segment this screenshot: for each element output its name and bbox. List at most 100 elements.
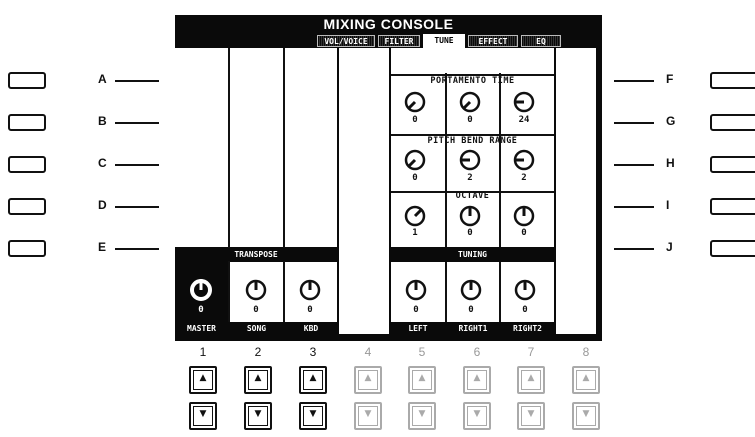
screen-title: MIXING CONSOLE <box>323 16 454 32</box>
column-1-up-button[interactable]: ▲ <box>189 366 217 394</box>
pitch-bend-left-knob[interactable] <box>403 148 427 172</box>
button-a[interactable] <box>8 72 46 89</box>
button-f[interactable] <box>710 72 755 89</box>
label-f: F <box>666 72 674 86</box>
tuning-label: TUNING <box>391 248 554 261</box>
divider <box>499 73 501 247</box>
octave-right2-knob[interactable] <box>512 204 536 228</box>
tuning-right2-knob[interactable] <box>512 277 538 303</box>
bottom-label-song: SONG <box>230 322 283 335</box>
column-8-down-button[interactable]: ▼ <box>572 402 600 430</box>
column-6-up-button[interactable]: ▲ <box>463 366 491 394</box>
label-a: A <box>98 72 107 86</box>
button-e[interactable] <box>8 240 46 257</box>
bottom-label-kbd: KBD <box>285 322 337 335</box>
label-c: C <box>98 156 107 170</box>
column-7-up-button[interactable]: ▲ <box>517 366 545 394</box>
column-number-7: 7 <box>527 345 535 359</box>
tab-eq[interactable]: EQ <box>521 35 561 47</box>
label-h: H <box>666 156 675 170</box>
portamento-right2-value: 24 <box>518 115 530 125</box>
leader-line-i <box>614 206 654 208</box>
column-5-down-button[interactable]: ▼ <box>408 402 436 430</box>
column-number-2: 2 <box>254 345 262 359</box>
column-7-down-button[interactable]: ▼ <box>517 402 545 430</box>
up-arrow-icon: ▲ <box>467 370 487 390</box>
button-b[interactable] <box>8 114 46 131</box>
far-right-panel <box>556 48 596 334</box>
label-b: B <box>98 114 107 128</box>
portamento-right2-knob[interactable] <box>512 90 536 114</box>
tab-filter[interactable]: FILTER <box>378 35 420 47</box>
transpose-master-knob[interactable] <box>188 277 214 303</box>
octave-right1-value: 0 <box>467 228 473 238</box>
pitch-bend-right1-knob[interactable] <box>458 148 482 172</box>
transpose-label: TRANSPOSE <box>175 248 337 261</box>
up-arrow-icon: ▲ <box>248 370 268 390</box>
lcd-screen: MIXING CONSOLE VOL/VOICE FILTER TUNE EFF… <box>175 15 602 341</box>
transpose-song-value: 0 <box>253 305 259 315</box>
button-g[interactable] <box>710 114 755 131</box>
pitch-bend-right2-knob[interactable] <box>512 148 536 172</box>
button-d[interactable] <box>8 198 46 215</box>
divider <box>445 73 447 247</box>
column-8-up-button[interactable]: ▲ <box>572 366 600 394</box>
tuning-right1-value: 0 <box>468 305 474 315</box>
octave-left-knob[interactable] <box>403 204 427 228</box>
column-2-down-button[interactable]: ▼ <box>244 402 272 430</box>
up-arrow-icon: ▲ <box>358 370 378 390</box>
up-arrow-icon: ▲ <box>521 370 541 390</box>
down-arrow-icon: ▼ <box>576 406 596 426</box>
bottom-label-right2: RIGHT2 <box>501 322 554 335</box>
tab-effect[interactable]: EFFECT <box>468 35 518 47</box>
button-j[interactable] <box>710 240 755 257</box>
column-6-down-button[interactable]: ▼ <box>463 402 491 430</box>
pitch-bend-right2-value: 2 <box>521 173 527 183</box>
portamento-right1-knob[interactable] <box>458 90 482 114</box>
column-4-down-button[interactable]: ▼ <box>354 402 382 430</box>
leader-line-c <box>115 164 159 166</box>
leader-line-b <box>115 122 159 124</box>
column-number-5: 5 <box>418 345 426 359</box>
pitch-bend-label: PITCH BEND RANGE <box>427 136 518 146</box>
button-h[interactable] <box>710 156 755 173</box>
button-i[interactable] <box>710 198 755 215</box>
column-3-up-button[interactable]: ▲ <box>299 366 327 394</box>
column-3-down-button[interactable]: ▼ <box>299 402 327 430</box>
up-arrow-icon: ▲ <box>303 370 323 390</box>
up-arrow-icon: ▲ <box>412 370 432 390</box>
divider <box>228 48 230 322</box>
leader-line-j <box>614 248 654 250</box>
tuning-right1-knob[interactable] <box>458 277 484 303</box>
transpose-song-knob[interactable] <box>243 277 269 303</box>
pitch-bend-left-value: 0 <box>412 173 418 183</box>
tuning-left-knob[interactable] <box>403 277 429 303</box>
column-number-8: 8 <box>582 345 590 359</box>
down-arrow-icon: ▼ <box>248 406 268 426</box>
octave-label: OCTAVE <box>455 191 490 201</box>
octave-left-value: 1 <box>412 228 418 238</box>
tuning-right2-value: 0 <box>522 305 528 315</box>
portamento-left-knob[interactable] <box>403 90 427 114</box>
down-arrow-icon: ▼ <box>521 406 541 426</box>
leader-line-g <box>614 122 654 124</box>
leader-line-d <box>115 206 159 208</box>
octave-right2-value: 0 <box>521 228 527 238</box>
octave-right1-knob[interactable] <box>458 204 482 228</box>
tuning-left-value: 0 <box>413 305 419 315</box>
column-4-up-button[interactable]: ▲ <box>354 366 382 394</box>
label-j: J <box>666 240 673 254</box>
column-5-up-button[interactable]: ▲ <box>408 366 436 394</box>
button-c[interactable] <box>8 156 46 173</box>
bottom-label-left: LEFT <box>391 322 445 335</box>
transpose-kbd-knob[interactable] <box>297 277 323 303</box>
tab-vol-voice[interactable]: VOL/VOICE <box>317 35 375 47</box>
down-arrow-icon: ▼ <box>303 406 323 426</box>
transpose-master-value: 0 <box>198 305 204 315</box>
column-1-down-button[interactable]: ▼ <box>189 402 217 430</box>
label-g: G <box>666 114 676 128</box>
column-2-up-button[interactable]: ▲ <box>244 366 272 394</box>
tab-tune[interactable]: TUNE <box>423 34 465 48</box>
down-arrow-icon: ▼ <box>412 406 432 426</box>
bottom-label-master: MASTER <box>175 322 228 335</box>
